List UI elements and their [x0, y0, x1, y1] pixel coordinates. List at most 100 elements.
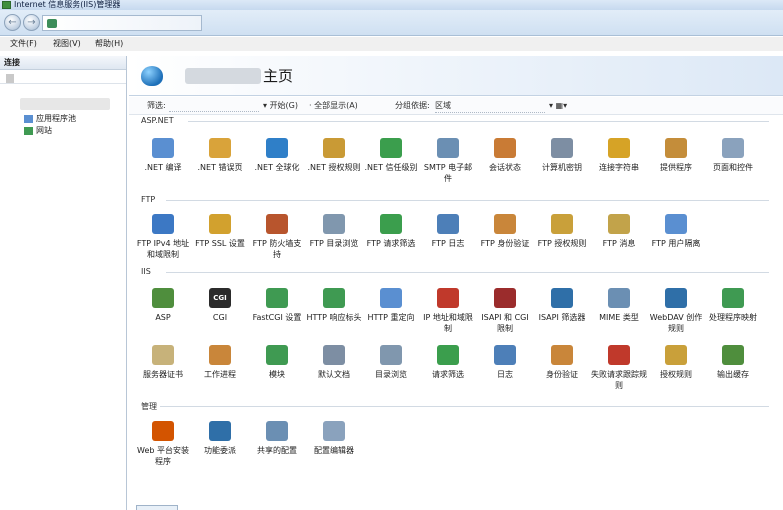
back-arrow-icon[interactable]: ←	[4, 14, 21, 31]
feature-item[interactable]: 共享的配置	[249, 421, 305, 456]
address-bar[interactable]	[42, 15, 202, 31]
feature-item[interactable]: 功能委派	[192, 421, 248, 456]
feature-item[interactable]: 服务器证书	[135, 345, 191, 380]
feature-label: FTP SSL 设置	[195, 239, 245, 248]
feature-label: 身份验证	[546, 370, 578, 379]
feature-item[interactable]: ASP	[135, 288, 191, 323]
iis-globe-icon	[141, 66, 163, 86]
tree-item-app-pools[interactable]: 应用程序池	[24, 114, 76, 124]
group-by-select[interactable]: 区域	[435, 99, 545, 113]
features-view-tab[interactable]	[136, 505, 178, 510]
feature-item[interactable]: 输出缓存	[705, 345, 761, 380]
feature-item[interactable]: 模块	[249, 345, 305, 380]
ftp-user-isolation-icon	[665, 214, 687, 234]
default-document-icon	[323, 345, 345, 365]
feature-item[interactable]: FastCGI 设置	[249, 288, 305, 323]
feature-item[interactable]: FTP 用户隔离	[648, 214, 704, 249]
feature-label: .NET 授权规则	[307, 163, 361, 172]
feature-label: 页面和控件	[713, 163, 753, 172]
server-node-icon	[47, 19, 57, 28]
feature-item[interactable]: 身份验证	[534, 345, 590, 380]
feature-item[interactable]: 计算机密钥	[534, 138, 590, 173]
feature-item[interactable]: ISAPI 筛选器	[534, 288, 590, 323]
feature-label: 日志	[497, 370, 513, 379]
feature-item[interactable]: 连接字符串	[591, 138, 647, 173]
net-trust-level-icon	[380, 138, 402, 158]
window-title-bar: Internet 信息服务(IIS)管理器	[0, 0, 783, 10]
feature-item[interactable]: 会话状态	[477, 138, 533, 173]
connect-icon[interactable]	[6, 74, 14, 83]
feature-item[interactable]: 页面和控件	[705, 138, 761, 173]
feature-item[interactable]: 默认文档	[306, 345, 362, 380]
feature-item[interactable]: FTP 授权规则	[534, 214, 590, 249]
feature-item[interactable]: IP 地址和域限制	[420, 288, 476, 334]
feature-item[interactable]: 授权规则	[648, 345, 704, 380]
feature-item[interactable]: 失败请求跟踪规则	[591, 345, 647, 391]
feature-item[interactable]: FTP 日志	[420, 214, 476, 249]
feature-item[interactable]: FTP 请求筛选	[363, 214, 419, 249]
section-title: IIS	[141, 267, 151, 276]
feature-item[interactable]: 目录浏览	[363, 345, 419, 380]
filter-start-button[interactable]: ▾ 开始(G)	[263, 97, 298, 115]
smtp-email-icon	[437, 138, 459, 158]
feature-item[interactable]: WebDAV 创作规则	[648, 288, 704, 334]
feature-item[interactable]: .NET 全球化	[249, 138, 305, 173]
feature-item[interactable]: FTP 防火墙支持	[249, 214, 305, 260]
feature-label: 目录浏览	[375, 370, 407, 379]
connections-header: 连接	[0, 56, 126, 70]
menu-view[interactable]: 视图(V)	[53, 37, 81, 51]
show-all-button[interactable]: · 全部显示(A)	[309, 97, 358, 115]
feature-label: .NET 全球化	[254, 163, 300, 172]
menu-help[interactable]: 帮助(H)	[95, 37, 123, 51]
view-toggle-icon[interactable]: ▾ ▦▾	[549, 97, 567, 115]
ftp-directory-browsing-icon	[323, 214, 345, 234]
feature-item[interactable]: ISAPI 和 CGI 限制	[477, 288, 533, 334]
feature-label: HTTP 响应标头	[306, 313, 362, 322]
web-platform-installer-icon	[152, 421, 174, 441]
feature-label: 计算机密钥	[542, 163, 582, 172]
feature-item[interactable]: .NET 编译	[135, 138, 191, 173]
feature-label: MIME 类型	[599, 313, 639, 322]
page-header: 主页	[129, 56, 783, 96]
feature-item[interactable]: FTP 目录浏览	[306, 214, 362, 249]
feature-item[interactable]: FTP 消息	[591, 214, 647, 249]
feature-item[interactable]: FTP IPv4 地址和域限制	[135, 214, 191, 260]
feature-item[interactable]: MIME 类型	[591, 288, 647, 323]
navigation-bar: ← →	[0, 10, 783, 36]
feature-item[interactable]: CGI CGI	[192, 288, 248, 323]
ftp-authentication-icon	[494, 214, 516, 234]
feature-item[interactable]: .NET 信任级别	[363, 138, 419, 173]
output-caching-icon	[722, 345, 744, 365]
feature-item[interactable]: 配置编辑器	[306, 421, 362, 456]
feature-item[interactable]: SMTP 电子邮件	[420, 138, 476, 184]
tree-item-sites[interactable]: 网站	[24, 126, 52, 136]
feature-item[interactable]: 提供程序	[648, 138, 704, 173]
feature-label: 授权规则	[660, 370, 692, 379]
feature-item[interactable]: HTTP 重定向	[363, 288, 419, 323]
server-certificates-icon	[152, 345, 174, 365]
menu-file[interactable]: 文件(F)	[10, 37, 37, 51]
http-redirect-icon	[380, 288, 402, 308]
feature-item[interactable]: Web 平台安装程序	[135, 421, 191, 467]
feature-item[interactable]: HTTP 响应标头	[306, 288, 362, 323]
feature-label: .NET 编译	[144, 163, 182, 172]
feature-label: 默认文档	[318, 370, 350, 379]
feature-item[interactable]: 处理程序映射	[705, 288, 761, 323]
feature-item[interactable]: .NET 错误页	[192, 138, 248, 173]
feature-label: 模块	[269, 370, 285, 379]
forward-arrow-icon[interactable]: →	[23, 14, 40, 31]
feature-label: FTP 授权规则	[537, 239, 587, 248]
filter-input[interactable]	[169, 100, 259, 112]
feature-item[interactable]: .NET 授权规则	[306, 138, 362, 173]
feature-item[interactable]: FTP SSL 设置	[192, 214, 248, 249]
shared-configuration-icon	[266, 421, 288, 441]
feature-item[interactable]: FTP 身份验证	[477, 214, 533, 249]
cgi-icon: CGI	[209, 288, 231, 308]
filter-bar: 筛选: ▾ 开始(G) · 全部显示(A) 分组依据: 区域 ▾ ▦▾	[129, 97, 783, 115]
feature-item[interactable]: 请求筛选	[420, 345, 476, 380]
feature-label: 功能委派	[204, 446, 236, 455]
feature-label: FTP 消息	[602, 239, 636, 248]
feature-item[interactable]: 日志	[477, 345, 533, 380]
tree-server-node[interactable]	[20, 98, 110, 110]
feature-item[interactable]: 工作进程	[192, 345, 248, 380]
